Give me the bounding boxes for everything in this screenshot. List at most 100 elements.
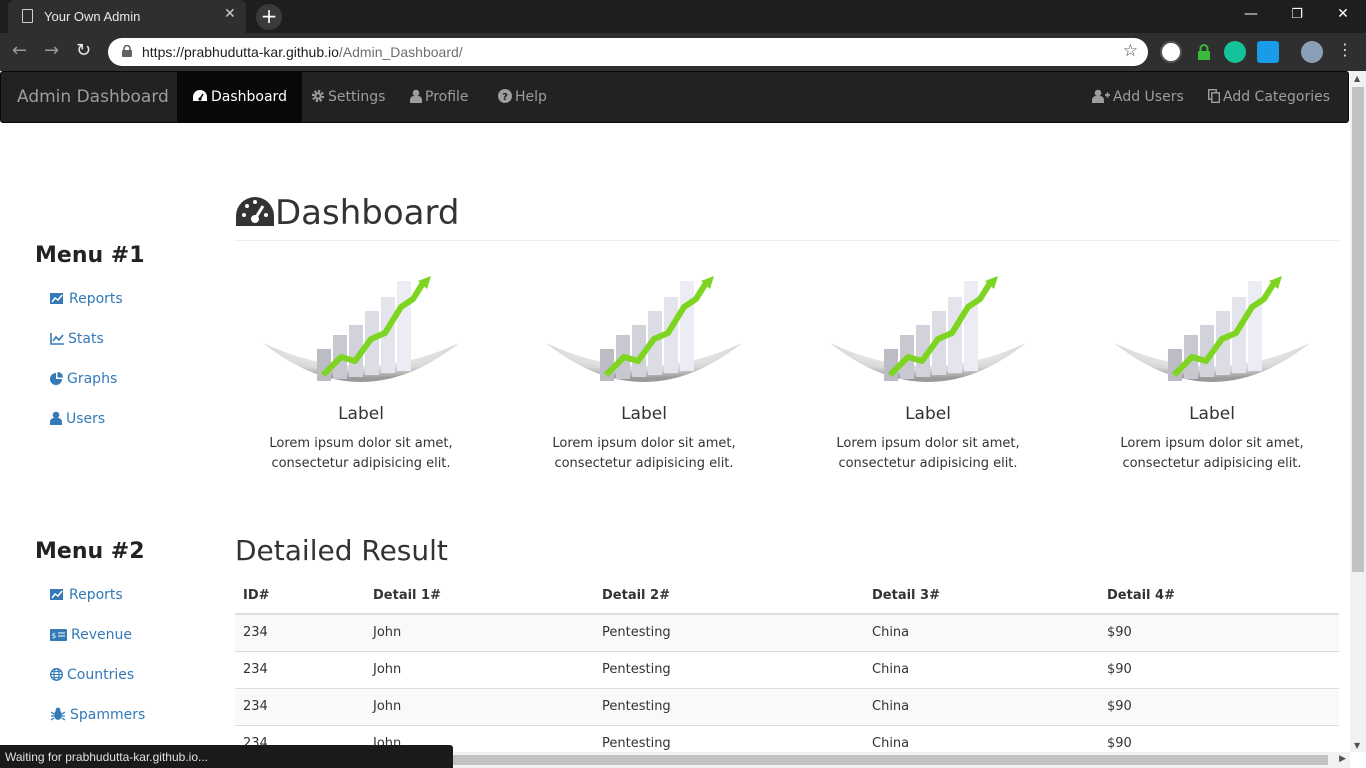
stat-card: Label Lorem ipsum dolor sit amet, consec… <box>798 271 1058 474</box>
title-divider <box>235 240 1339 241</box>
table-cell: $90 <box>1099 613 1339 651</box>
url-text: https://prabhudutta-kar.github.io/Admin_… <box>142 44 463 60</box>
nav-settings-label: Settings <box>328 89 386 105</box>
sidebar-menu1-reports[interactable]: Reports <box>50 291 123 307</box>
table-row: 234 John Pentesting China $90 <box>235 613 1339 651</box>
card-description: Lorem ipsum dolor sit amet, consectetur … <box>552 436 736 471</box>
table-cell: China <box>864 687 1099 725</box>
sidebar-item-label: Countries <box>67 667 135 683</box>
minimize-button[interactable]: — <box>1228 0 1274 30</box>
nav-add-users[interactable]: Add Users <box>1092 72 1184 122</box>
card-label: Label <box>1189 404 1235 424</box>
table-cell: 234 <box>235 687 365 725</box>
page-title-text: Dashboard <box>275 193 460 233</box>
scroll-right-arrow[interactable]: ▶ <box>1339 754 1346 764</box>
bug-icon <box>50 707 66 721</box>
growth-chart-image <box>830 276 1026 382</box>
sidebar-menu2-revenue[interactable]: $ Revenue <box>50 627 132 643</box>
sidebar-menu2-spammers[interactable]: Spammers <box>50 707 145 723</box>
nav-dashboard[interactable]: Dashboard <box>177 72 302 122</box>
sidebar-item-label: Stats <box>68 331 104 347</box>
line-chart-icon <box>50 333 64 345</box>
nav-dashboard-label: Dashboard <box>211 89 287 105</box>
table-row: 234 John Pentesting China $90 <box>235 650 1339 688</box>
sidebar-item-label: Revenue <box>71 627 132 643</box>
profile-avatar[interactable] <box>1301 41 1323 63</box>
results-table: ID# Detail 1# Detail 2# Detail 3# Detail… <box>235 578 1339 752</box>
extension-lock-icon[interactable] <box>1193 41 1215 63</box>
column-header: Detail 4# <box>1099 578 1339 615</box>
column-header: Detail 1# <box>365 578 594 615</box>
bookmark-star-icon[interactable]: ☆ <box>1123 41 1138 61</box>
table-cell: China <box>864 650 1099 688</box>
extension-share-icon[interactable] <box>1257 41 1279 63</box>
user-icon <box>410 89 422 103</box>
svg-text:$: $ <box>52 632 56 640</box>
sidebar-item-label: Spammers <box>70 707 146 723</box>
close-tab-icon[interactable]: ✕ <box>224 6 236 22</box>
sidebar-menu1-graphs[interactable]: Graphs <box>50 371 117 387</box>
add-user-icon <box>1092 89 1110 103</box>
table-row: 234 John Pentesting China $90 <box>235 687 1339 725</box>
reload-icon[interactable]: ↻ <box>76 40 91 61</box>
nav-help-label: Help <box>515 89 547 105</box>
nav-add-categories[interactable]: Add Categories <box>1207 72 1331 122</box>
browser-tab[interactable]: Your Own Admin ✕ <box>8 0 246 33</box>
navbar-brand[interactable]: Admin Dashboard <box>17 87 169 107</box>
lock-icon <box>122 45 132 57</box>
browser-menu-icon[interactable]: ⋮ <box>1337 40 1353 59</box>
nav-profile-label: Profile <box>425 89 469 105</box>
growth-chart-image <box>1114 276 1310 382</box>
table-header-row: ID# Detail 1# Detail 2# Detail 3# Detail… <box>235 578 1339 615</box>
nav-settings[interactable]: Settings <box>311 72 385 122</box>
nav-help[interactable]: ? Help <box>498 72 547 122</box>
menu2-title: Menu #2 <box>35 539 145 564</box>
copy-icon <box>1207 88 1220 103</box>
tab-title: Your Own Admin <box>44 9 141 24</box>
growth-chart-image <box>546 276 742 382</box>
question-icon: ? <box>498 89 512 103</box>
restore-button[interactable]: ❐ <box>1274 0 1320 30</box>
table-cell: China <box>864 613 1099 651</box>
table-cell: John <box>365 650 594 688</box>
card-label: Label <box>905 404 951 424</box>
browser-toolbar: ← → ↻ https://prabhudutta-kar.github.io/… <box>0 33 1366 71</box>
url-host: https://prabhudutta-kar.github.io <box>142 44 339 60</box>
sidebar-item-label: Graphs <box>67 371 118 387</box>
nav-add-categories-label: Add Categories <box>1223 89 1331 105</box>
globe-icon <box>50 668 63 681</box>
table-cell: Pentesting <box>594 687 864 725</box>
gear-icon <box>311 89 325 103</box>
card-description: Lorem ipsum dolor sit amet, consectetur … <box>1120 436 1304 471</box>
sidebar-item-label: Reports <box>69 587 123 603</box>
card-label: Label <box>338 404 384 424</box>
url-path: /Admin_Dashboard/ <box>338 44 463 60</box>
table-cell: $90 <box>1099 724 1339 752</box>
growth-chart-image <box>263 276 459 382</box>
table-cell: $90 <box>1099 650 1339 688</box>
extension-grammarly-icon[interactable] <box>1224 41 1246 63</box>
extension-tc-icon[interactable] <box>1160 41 1182 63</box>
results-title: Detailed Result <box>235 534 448 567</box>
close-window-button[interactable]: ✕ <box>1320 0 1366 30</box>
new-tab-button[interactable]: + <box>256 4 282 30</box>
forward-icon[interactable]: → <box>44 40 59 61</box>
vertical-scroll-thumb[interactable] <box>1352 87 1364 572</box>
nav-profile[interactable]: Profile <box>410 72 469 122</box>
sidebar-menu1-users[interactable]: Users <box>50 411 105 427</box>
page-viewport: Admin Dashboard Dashboard Settings Profi… <box>0 71 1350 752</box>
column-header: Detail 2# <box>594 578 864 615</box>
svg-text:?: ? <box>502 92 508 103</box>
back-icon[interactable]: ← <box>12 40 27 61</box>
scroll-up-arrow[interactable]: ▲ <box>1354 74 1360 83</box>
scroll-down-arrow[interactable]: ▼ <box>1354 741 1360 750</box>
vertical-scrollbar[interactable]: ▲ ▼ <box>1350 71 1366 752</box>
dashboard-icon <box>193 90 207 101</box>
address-bar[interactable]: https://prabhudutta-kar.github.io/Admin_… <box>108 38 1148 66</box>
stat-card: Label Lorem ipsum dolor sit amet, consec… <box>514 271 774 474</box>
sidebar-menu1-stats[interactable]: Stats <box>50 331 104 347</box>
table-cell: John <box>365 687 594 725</box>
stat-card: Label Lorem ipsum dolor sit amet, consec… <box>1082 271 1342 474</box>
sidebar-menu2-countries[interactable]: Countries <box>50 667 134 683</box>
sidebar-menu2-reports[interactable]: Reports <box>50 587 123 603</box>
